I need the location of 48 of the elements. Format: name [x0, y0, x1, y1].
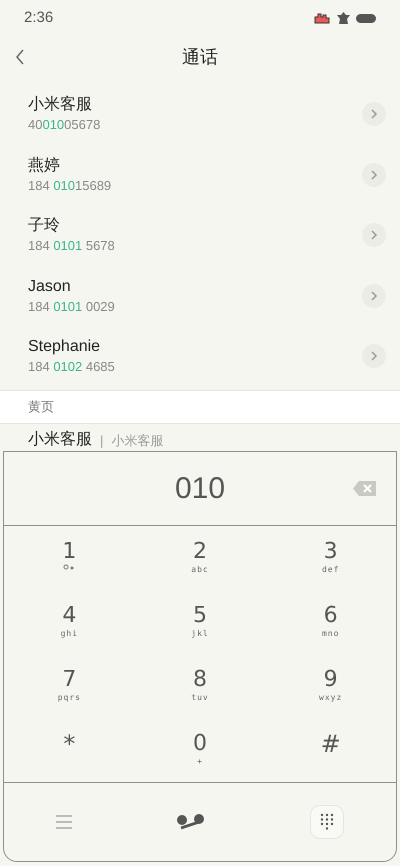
- contact-name: 子玲: [28, 216, 61, 236]
- dial-key[interactable]: 0 +: [134, 718, 266, 782]
- page-title: 通话: [182, 46, 218, 68]
- contact-number: 184 0101 5678: [28, 237, 115, 256]
- chevron-right-icon[interactable]: [370, 229, 378, 242]
- dial-key[interactable]: 5 jkl: [134, 590, 266, 654]
- contact-number: 4001005678: [28, 116, 100, 134]
- dial-key[interactable]: 4 ghi: [4, 590, 135, 654]
- section-header: 黄页: [28, 398, 54, 416]
- contact-name: Stephanie: [28, 337, 102, 358]
- contact-name: Jason: [28, 276, 72, 297]
- dial-key[interactable]: 9 wxyz: [265, 654, 396, 718]
- back-icon[interactable]: [15, 49, 25, 65]
- dialpad-button[interactable]: [310, 804, 344, 839]
- contact-number: 184 0101 0029: [28, 298, 115, 316]
- status-time: 2:36: [24, 8, 54, 28]
- chevron-icon[interactable]: [362, 344, 386, 368]
- dial-key[interactable]: 8 tuv: [134, 654, 266, 718]
- dial-key[interactable]: #: [265, 718, 396, 782]
- chevron-icon[interactable]: [362, 284, 386, 308]
- chevron-right-icon[interactable]: [370, 350, 378, 362]
- contact-number: 184 01015689: [28, 176, 112, 195]
- chevron-right-icon[interactable]: [370, 168, 378, 181]
- contact-name: 小米客服: [28, 430, 92, 450]
- dial-input[interactable]: 010: [174, 466, 226, 510]
- dial-key[interactable]: 7 pqrs: [4, 654, 135, 718]
- dial-key[interactable]: *: [4, 718, 135, 782]
- chevron-right-icon[interactable]: [370, 290, 378, 302]
- contact-subtitle: 小米客服: [111, 432, 164, 450]
- chevron-icon[interactable]: [362, 102, 386, 126]
- battery-icon: [356, 14, 376, 22]
- contact-number: 184 0102 4685: [28, 358, 115, 376]
- chevron-icon[interactable]: [362, 223, 386, 248]
- voicemail-button[interactable]: [176, 814, 205, 830]
- voicemail-icon: [63, 564, 76, 570]
- contact-name: 燕婷: [28, 156, 61, 176]
- separator: |: [100, 432, 104, 450]
- dial-key[interactable]: 1: [4, 526, 135, 590]
- chevron-right-icon[interactable]: [370, 108, 378, 120]
- menu-button[interactable]: [56, 814, 72, 829]
- backspace-button[interactable]: [353, 480, 376, 496]
- dial-key[interactable]: 3 def: [265, 526, 396, 590]
- dial-key[interactable]: 2 abc: [134, 526, 266, 590]
- contact-name: 小米客服: [28, 94, 93, 116]
- dialpad-icon[interactable]: [320, 812, 334, 831]
- dial-key[interactable]: 6 mno: [265, 590, 396, 654]
- signal-icon: [314, 12, 331, 24]
- chevron-icon[interactable]: [362, 162, 386, 187]
